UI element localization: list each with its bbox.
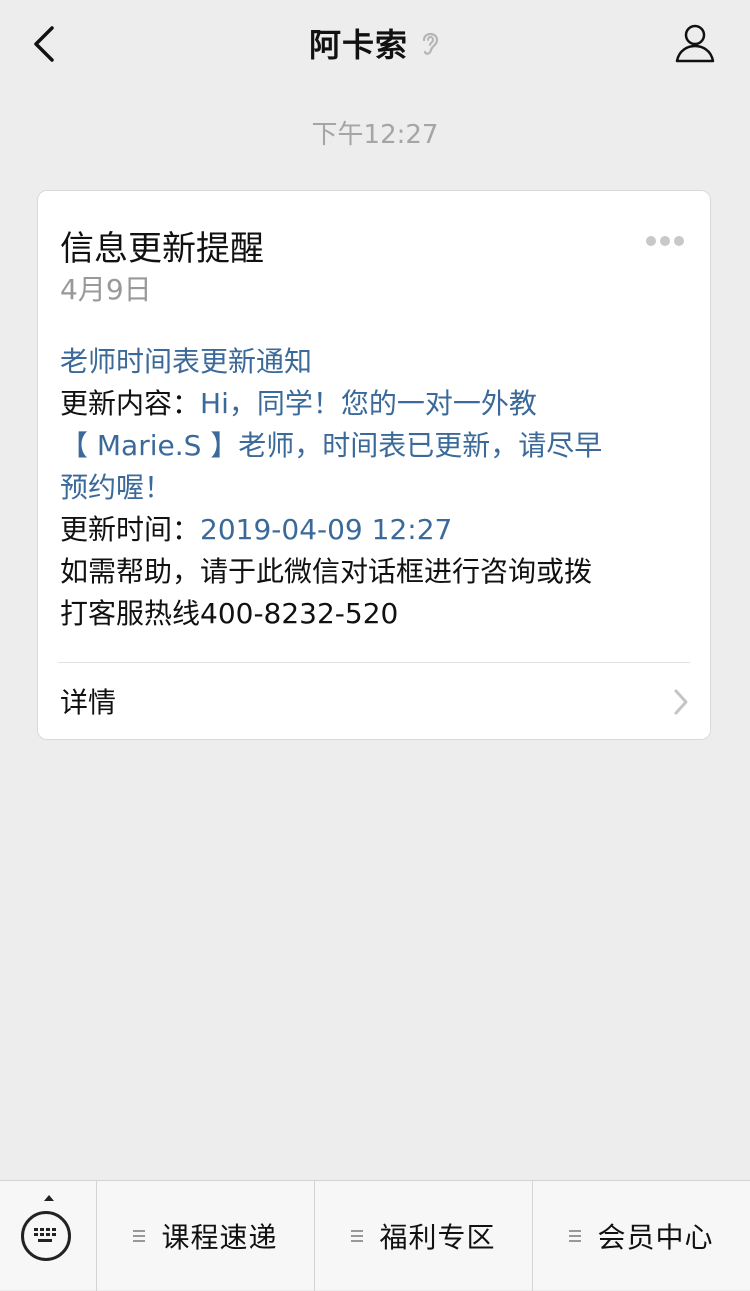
card-title: 信息更新提醒	[60, 229, 264, 269]
menu-label: 课程速递	[161, 1221, 278, 1254]
caret-up-icon	[44, 1195, 54, 1201]
help-text-line1: 如需帮助，请于此微信对话框进行咨询或拨	[60, 555, 593, 588]
keyboard-toggle-button[interactable]	[0, 1181, 96, 1291]
title-container: 阿卡索	[0, 20, 750, 68]
card-date: 4月9日	[60, 273, 152, 306]
message-timestamp: 下午12:27	[311, 120, 439, 150]
menu-list-icon	[351, 1229, 364, 1243]
time-label: 更新时间：	[60, 513, 201, 546]
time-row: 更新时间：2019-04-09 12:27	[60, 509, 690, 551]
menu-list-icon	[133, 1229, 146, 1243]
time-value: 2019-04-09 12:27	[200, 513, 453, 546]
user-icon	[675, 24, 715, 63]
menu-list-icon	[569, 1229, 582, 1243]
chevron-right-icon	[674, 689, 688, 715]
content-text-line3: 预约喔！	[60, 471, 173, 504]
help-text-line2: 打客服热线400-8232-520	[60, 597, 399, 630]
card-content: 老师时间表更新通知 更新内容：Hi，同学！您的一对一外教 【 Marie.S 】…	[60, 341, 690, 635]
chat-title: 阿卡索	[308, 26, 408, 64]
detail-label: 详情	[60, 686, 117, 719]
profile-button[interactable]	[674, 22, 716, 64]
template-message-card[interactable]: 信息更新提醒 4月9日 老师时间表更新通知 更新内容：Hi，同学！您的一对一外教…	[37, 190, 711, 740]
content-text-line2: 【 Marie.S 】老师，时间表已更新，请尽早	[60, 429, 603, 462]
content-row: 更新内容：Hi，同学！您的一对一外教	[60, 383, 690, 425]
menu-label: 会员中心	[597, 1221, 714, 1254]
menu-course-express[interactable]: 课程速递	[97, 1181, 314, 1291]
ear-icon	[422, 32, 439, 55]
content-label: 更新内容：	[60, 387, 201, 420]
nav-header: 阿卡索	[0, 0, 750, 88]
more-icon[interactable]	[646, 231, 690, 247]
menu-benefits-zone[interactable]: 福利专区	[315, 1181, 532, 1291]
content-text-line1: Hi，同学！您的一对一外教	[200, 387, 537, 420]
notice-heading: 老师时间表更新通知	[60, 345, 313, 378]
bottom-menu-bar: 课程速递 福利专区 会员中心	[0, 1180, 750, 1291]
menu-member-center[interactable]: 会员中心	[533, 1181, 750, 1291]
detail-link[interactable]: 详情	[38, 663, 710, 739]
keyboard-icon	[21, 1211, 71, 1261]
menu-label: 福利专区	[379, 1221, 496, 1254]
